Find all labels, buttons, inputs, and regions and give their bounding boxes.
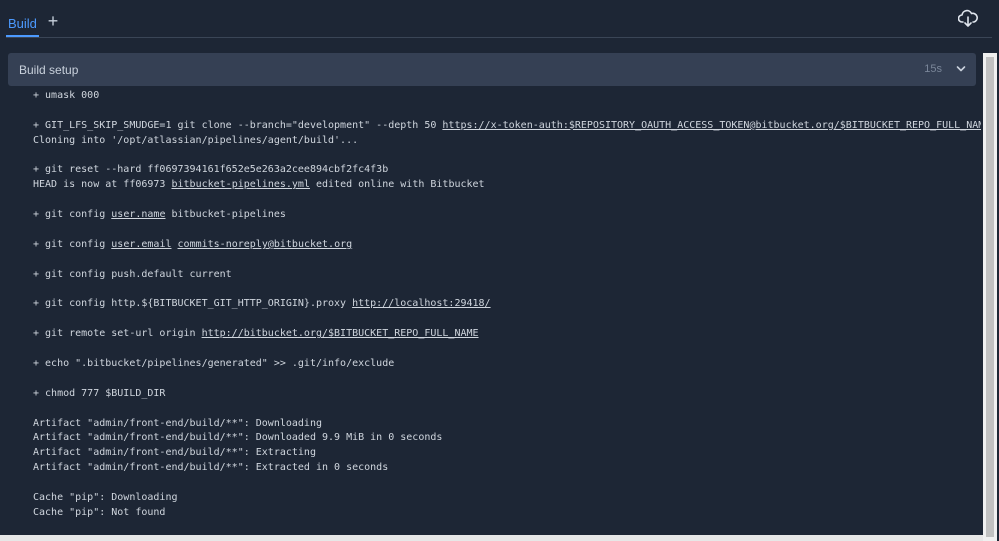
log-text: + git config <box>33 209 112 221</box>
log-line: Artifact "admin/front-end/build/**": Ext… <box>33 446 981 461</box>
log-text: + umask 000 <box>33 90 100 101</box>
tab-divider <box>6 37 992 38</box>
scrollbar-thumb[interactable] <box>986 57 994 537</box>
log-line: + git config http.${BITBUCKET_GIT_HTTP_O… <box>33 297 981 312</box>
log-link[interactable]: commits-noreply@bitbucket.org <box>178 239 353 250</box>
log-output: + umask 000 + GIT_LFS_SKIP_SMUDGE=1 git c… <box>33 89 981 539</box>
log-line: HEAD is now at ff06973 bitbucket-pipelin… <box>33 178 981 193</box>
log-line: + git reset --hard ff0697394161f652e5e26… <box>33 163 981 178</box>
step-header-build-setup[interactable]: Build setup 15s <box>8 53 976 86</box>
log-link[interactable]: user.email <box>111 239 171 250</box>
log-link[interactable]: bitbucket-pipelines.yml <box>171 179 309 190</box>
log-line: Cache "pip": Not found <box>33 506 981 521</box>
log-line: + chmod 777 $BUILD_DIR <box>33 387 981 402</box>
log-text: Artifact "admin/front-end/build/**": Ext… <box>33 462 389 474</box>
vertical-scrollbar[interactable] <box>983 53 997 541</box>
step-title: Build setup <box>19 63 79 77</box>
log-text: Artifact "admin/front-end/build/**": Dow… <box>33 417 322 429</box>
log-text: bitbucket-pipelines <box>165 209 286 221</box>
log-link[interactable]: http://localhost:29418/ <box>352 298 490 309</box>
log-text: + git config push.default current <box>33 268 232 280</box>
log-line: Artifact "admin/front-end/build/**": Dow… <box>33 431 981 446</box>
log-text: Artifact "admin/front-end/build/**": Ext… <box>33 447 316 459</box>
log-link[interactable]: https://x-token-auth:$REPOSITORY_OAUTH_A… <box>442 120 981 131</box>
log-line: + git config user.email commits-noreply@… <box>33 238 981 253</box>
log-text: Artifact "admin/front-end/build/**": Dow… <box>33 432 443 444</box>
log-line: + git remote set-url origin http://bitbu… <box>33 327 981 342</box>
log-line: Artifact "admin/front-end/build/**": Dow… <box>33 417 981 432</box>
tab-build[interactable]: Build <box>6 16 39 37</box>
log-line: Cache "pip": Downloading <box>33 491 981 506</box>
log-line: + GIT_LFS_SKIP_SMUDGE=1 git clone --bran… <box>33 119 981 134</box>
add-tab-button[interactable]: + <box>46 12 60 30</box>
step-duration: 15s <box>924 63 942 75</box>
log-line: + git config push.default current <box>33 268 981 283</box>
log-line: Artifact "admin/front-end/build/**": Ext… <box>33 461 981 476</box>
log-text: Cache "pip": Downloading <box>33 492 178 504</box>
log-text: + GIT_LFS_SKIP_SMUDGE=1 git clone --bran… <box>33 119 443 131</box>
log-text: + chmod 777 $BUILD_DIR <box>33 387 166 399</box>
tab-bar: Build + <box>0 0 999 40</box>
log-text: HEAD is now at ff06973 <box>33 179 172 191</box>
log-line: + umask 000 <box>33 89 981 104</box>
chevron-down-icon[interactable] <box>956 64 966 74</box>
log-text: + git reset --hard ff0697394161f652e5e26… <box>33 164 389 176</box>
log-text: Cache "pip": Not found <box>33 506 166 518</box>
log-text: + echo ".bitbucket/pipelines/generated" … <box>33 358 395 370</box>
log-link[interactable]: http://bitbucket.org/$BITBUCKET_REPO_FUL… <box>202 328 479 339</box>
log-link[interactable]: user.name <box>111 209 165 220</box>
log-line: + echo ".bitbucket/pipelines/generated" … <box>33 357 981 372</box>
horizontal-scrollbar[interactable] <box>0 535 983 541</box>
cloud-download-icon[interactable] <box>958 9 978 27</box>
log-line: + git config user.name bitbucket-pipelin… <box>33 208 981 223</box>
log-text: + git config http.${BITBUCKET_GIT_HTTP_O… <box>33 298 353 310</box>
log-text: Cloning into '/opt/atlassian/pipelines/a… <box>33 134 359 146</box>
log-text: + git remote set-url origin <box>33 328 202 340</box>
log-text: + git config <box>33 238 112 250</box>
log-line: Cloning into '/opt/atlassian/pipelines/a… <box>33 134 981 149</box>
log-text: edited online with Bitbucket <box>309 179 485 191</box>
